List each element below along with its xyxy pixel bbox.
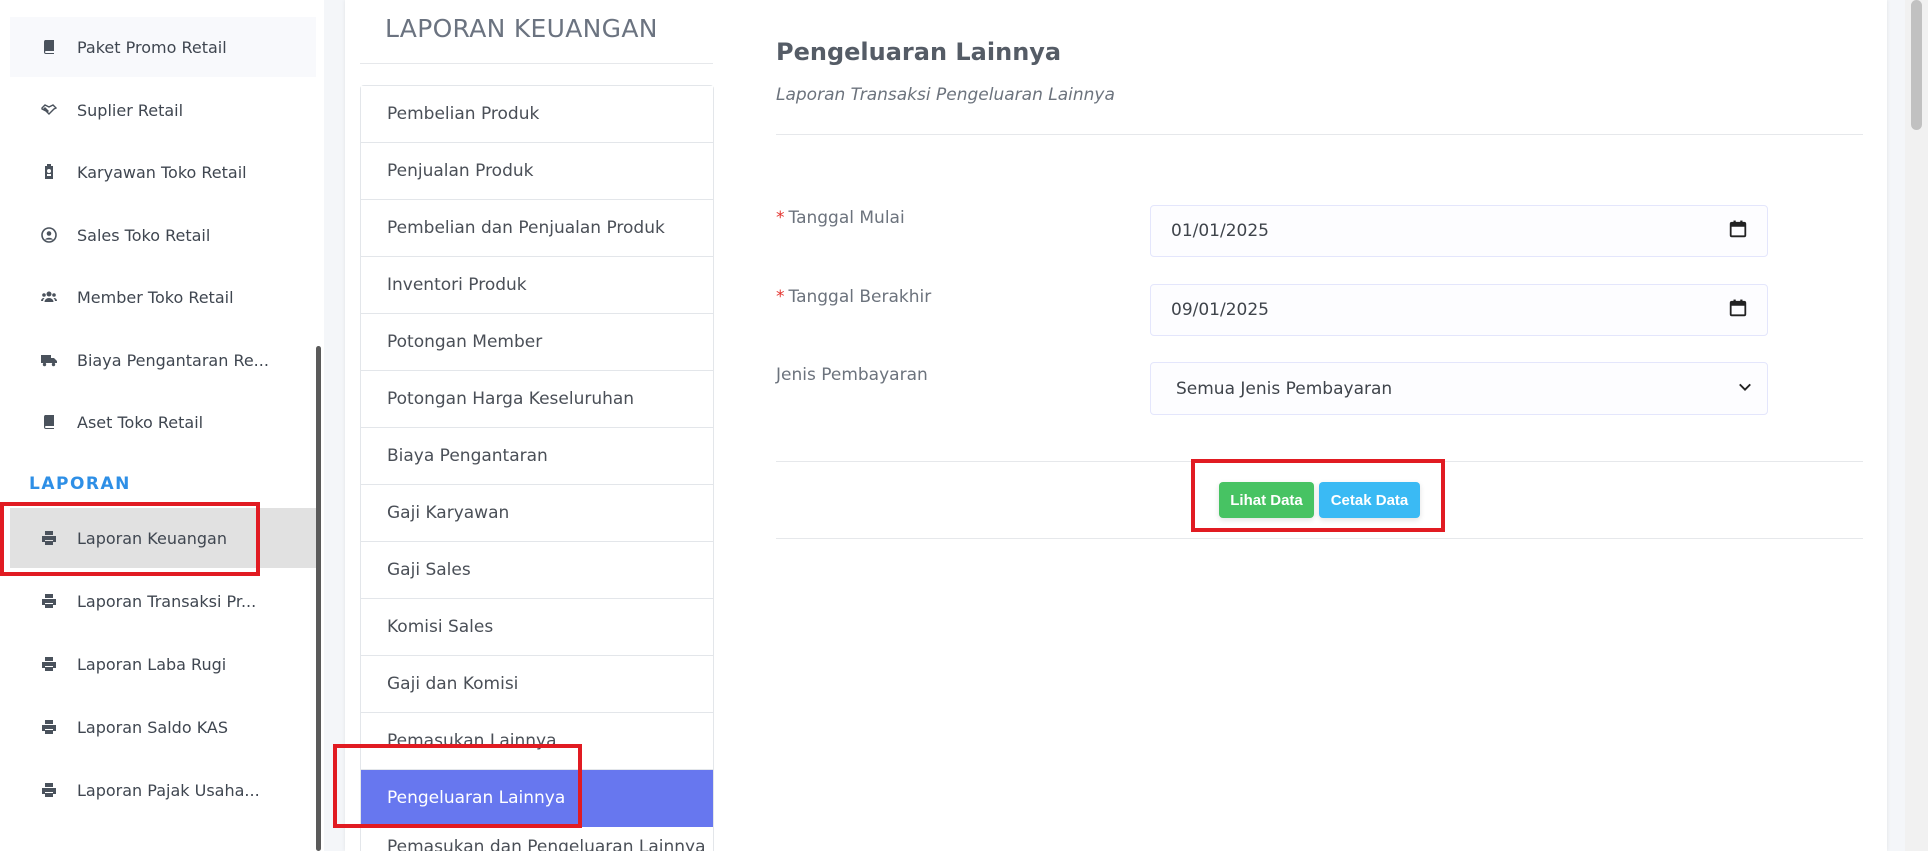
calendar-icon[interactable] — [1729, 220, 1747, 243]
sidebar-item-laporan-transaksi[interactable]: Laporan Transaksi Pr... — [10, 571, 316, 631]
sidebar-item-label: Member Toko Retail — [77, 287, 234, 307]
sidebar-item-laporan-pajak-usaha[interactable]: Laporan Pajak Usaha... — [10, 760, 316, 820]
sidebar-item-label: Laporan Laba Rugi — [77, 654, 227, 674]
start-date-label: * Tanggal Mulai — [776, 208, 905, 228]
lihat-data-button[interactable]: Lihat Data — [1219, 482, 1314, 518]
calendar-icon[interactable] — [1729, 299, 1747, 322]
users-icon — [39, 287, 59, 307]
sidebar-item-karyawan-toko-retail[interactable]: Karyawan Toko Retail — [10, 142, 316, 202]
report-nav-item[interactable]: Inventori Produk — [361, 257, 713, 314]
sidebar-item-label: Laporan Keuangan — [77, 528, 227, 548]
payment-type-label: Jenis Pembayaran — [776, 365, 928, 385]
sidebar-item-label: Paket Promo Retail — [77, 37, 227, 57]
sidebar-item-member-toko-retail[interactable]: Member Toko Retail — [10, 267, 316, 327]
report-nav-item[interactable]: Gaji dan Komisi — [361, 656, 713, 713]
sidebar-item-aset-toko-retail[interactable]: Aset Toko Retail — [10, 392, 316, 452]
sidebar-item-label: Biaya Pengantaran Re... — [77, 350, 269, 370]
action-buttons: Lihat Data Cetak Data — [1219, 482, 1420, 518]
report-nav-item-active[interactable]: Pengeluaran Lainnya — [361, 770, 713, 827]
sidebar-scrollbar[interactable] — [316, 346, 321, 851]
book-icon — [39, 37, 59, 57]
report-nav-item[interactable]: Potongan Member — [361, 314, 713, 371]
end-date-input[interactable]: 09/01/2025 — [1150, 284, 1768, 336]
sidebar-item-label: Suplier Retail — [77, 100, 184, 120]
user-circle-icon — [39, 225, 59, 245]
report-nav-item[interactable]: Gaji Sales — [361, 542, 713, 599]
cetak-data-button[interactable]: Cetak Data — [1319, 482, 1420, 518]
form-divider-bottom — [776, 538, 1863, 539]
print-icon — [39, 654, 59, 674]
print-icon — [39, 591, 59, 611]
form-divider-top — [776, 461, 1863, 462]
sidebar-item-label: Karyawan Toko Retail — [77, 162, 247, 182]
start-date-value: 01/01/2025 — [1171, 221, 1269, 241]
page-scrollbar-thumb[interactable] — [1911, 0, 1922, 130]
report-nav-item[interactable]: Potongan Harga Keseluruhan — [361, 371, 713, 428]
content-title: Pengeluaran Lainnya — [776, 38, 1062, 66]
sidebar-item-biaya-pengantaran[interactable]: Biaya Pengantaran Re... — [10, 330, 316, 390]
report-nav-item[interactable]: Pembelian Produk — [361, 86, 713, 143]
sidebar-item-laporan-laba-rugi[interactable]: Laporan Laba Rugi — [10, 634, 316, 694]
id-badge-icon — [39, 162, 59, 182]
handshake-icon — [39, 100, 59, 120]
report-nav-item[interactable]: Komisi Sales — [361, 599, 713, 656]
required-mark: * — [776, 287, 785, 307]
report-nav-title: LAPORAN KEUANGAN — [385, 14, 658, 43]
header-divider — [776, 134, 1863, 135]
sidebar: Paket Promo Retail Suplier Retail Karyaw… — [0, 0, 324, 851]
truck-icon — [39, 350, 59, 370]
end-date-value: 09/01/2025 — [1171, 300, 1269, 320]
payment-type-value: Semua Jenis Pembayaran — [1176, 378, 1393, 399]
sidebar-item-sales-toko-retail[interactable]: Sales Toko Retail — [10, 205, 316, 265]
sidebar-item-suplier-retail[interactable]: Suplier Retail — [10, 80, 316, 140]
sidebar-item-label: Laporan Pajak Usaha... — [77, 780, 260, 800]
sidebar-item-paket-promo-retail[interactable]: Paket Promo Retail — [10, 17, 316, 77]
chevron-down-icon — [1738, 379, 1752, 399]
sidebar-item-label: Laporan Saldo KAS — [77, 717, 229, 737]
required-mark: * — [776, 208, 785, 228]
print-icon — [39, 780, 59, 800]
print-icon — [39, 717, 59, 737]
book-icon — [39, 412, 59, 432]
print-icon — [39, 528, 59, 548]
report-nav-list: Pembelian Produk Penjualan Produk Pembel… — [360, 85, 714, 851]
page-scrollbar[interactable] — [1905, 0, 1928, 851]
report-nav-item[interactable]: Biaya Pengantaran — [361, 428, 713, 485]
sidebar-item-label: Aset Toko Retail — [77, 412, 204, 432]
sidebar-item-laporan-saldo-kas[interactable]: Laporan Saldo KAS — [10, 697, 316, 757]
report-title-divider — [360, 63, 713, 64]
report-nav-item[interactable]: Gaji Karyawan — [361, 485, 713, 542]
payment-type-select[interactable]: Semua Jenis Pembayaran — [1150, 362, 1768, 415]
sidebar-item-label: Laporan Transaksi Pr... — [77, 591, 257, 611]
sidebar-item-laporan-keuangan[interactable]: Laporan Keuangan — [10, 508, 316, 568]
start-date-input[interactable]: 01/01/2025 — [1150, 205, 1768, 257]
report-nav-item[interactable]: Pembelian dan Penjualan Produk — [361, 200, 713, 257]
sidebar-item-label: Sales Toko Retail — [77, 225, 211, 245]
content-subtitle: Laporan Transaksi Pengeluaran Lainnya — [776, 85, 1115, 105]
sidebar-section-laporan: LAPORAN — [29, 474, 131, 494]
report-nav-item[interactable]: Pemasukan Lainnya — [361, 713, 713, 770]
report-nav-item[interactable]: Pemasukan dan Pengeluaran Lainnya — [361, 827, 713, 851]
report-nav-item[interactable]: Penjualan Produk — [361, 143, 713, 200]
end-date-label: * Tanggal Berakhir — [776, 287, 932, 307]
